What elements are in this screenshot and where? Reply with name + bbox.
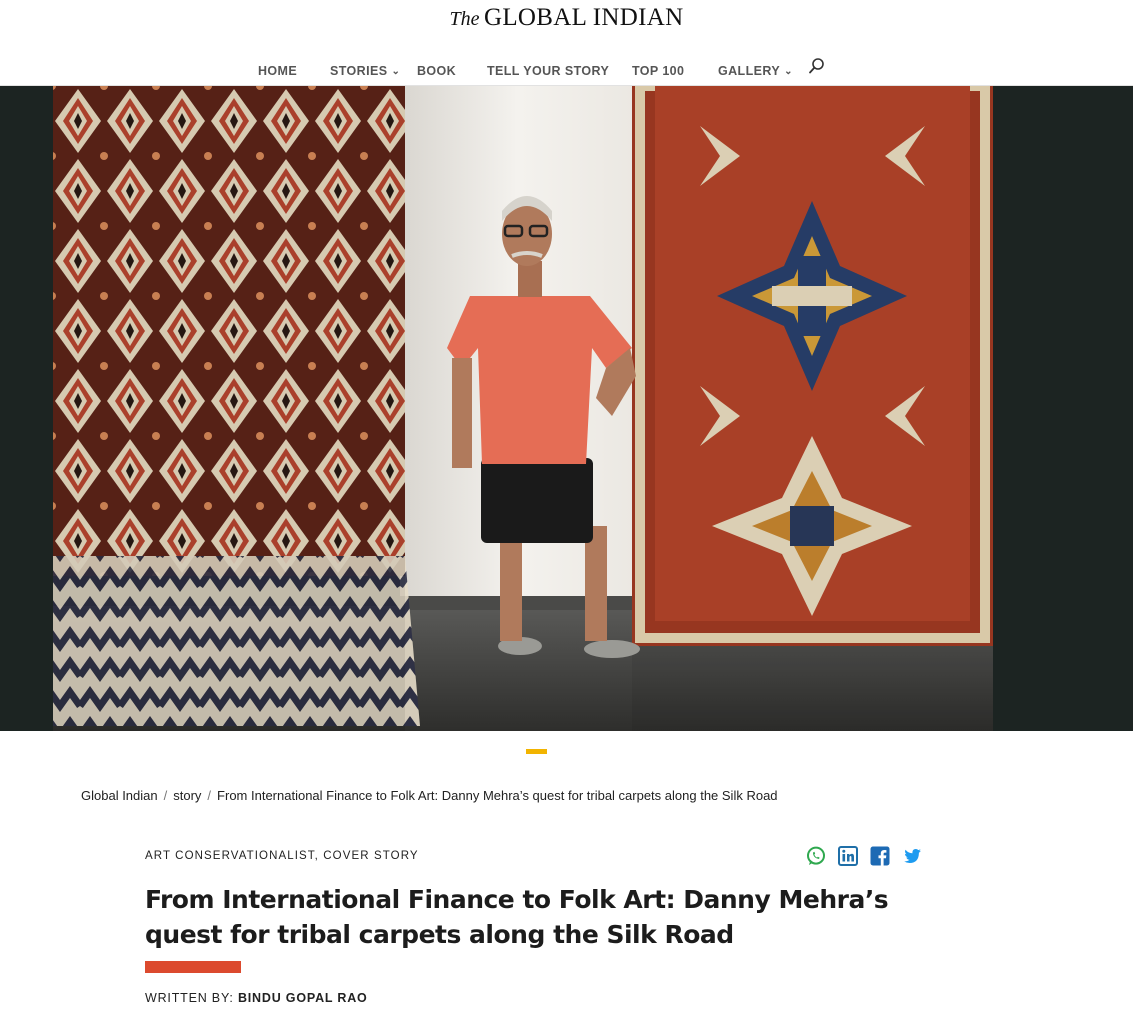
breadcrumb-current: From International Finance to Folk Art: … [217,788,778,803]
category-link[interactable]: ART CONSERVATIONALIST [145,850,315,862]
logo-prefix: The [449,8,480,30]
facebook-icon[interactable] [870,846,890,866]
byline: WRITTEN BY: BINDU GOPAL RAO [145,991,368,1005]
linkedin-icon[interactable] [838,846,858,866]
chevron-down-icon: ⌄ [784,66,793,77]
logo-name: GLOBAL INDIAN [483,4,684,31]
hero-image [0,86,1133,731]
nav-item-top-100[interactable]: TOP 100 [632,64,684,78]
breadcrumb-link-home[interactable]: Global Indian [81,788,158,803]
nav-item-tell-your-story[interactable]: TELL YOUR STORY [487,64,609,78]
nav-item-stories[interactable]: STORIES ⌄ [330,64,400,78]
author-link[interactable]: BINDU GOPAL RAO [238,991,368,1005]
twitter-icon[interactable] [902,846,922,866]
nav-item-label: STORIES [330,64,388,78]
nav-item-label: GALLERY [718,64,781,78]
article-categories: ART CONSERVATIONALIST, COVER STORY [145,850,419,862]
nav-item-label: TELL YOUR STORY [487,64,610,78]
breadcrumb-separator: / [163,788,168,803]
site-logo[interactable]: The GLOBAL INDIAN [0,4,1133,32]
category-separator: , [314,850,324,862]
nav-item-label: BOOK [417,64,457,78]
search-icon[interactable] [808,57,826,75]
byline-label: WRITTEN BY: [145,991,234,1005]
article-title: From International Finance to Folk Art: … [145,885,889,949]
nav-item-home[interactable]: HOME [258,64,297,78]
nav-item-book[interactable]: BOOK [417,64,456,78]
nav-item-label: TOP 100 [632,64,685,78]
hero-photo-illustration [0,86,1133,731]
breadcrumb-link-story[interactable]: story [173,788,201,803]
breadcrumb: Global Indian / story / From International F… [81,788,778,803]
section-accent-dash [526,749,547,754]
category-link[interactable]: COVER STORY [323,850,418,862]
breadcrumb-separator: / [207,788,212,803]
nav-item-label: HOME [258,64,298,78]
main-nav: HOME STORIES ⌄ BOOK TELL YOUR STORY TOP 1… [0,56,1133,86]
whatsapp-icon[interactable] [806,846,826,866]
nav-item-gallery[interactable]: GALLERY ⌄ [718,64,793,78]
title-accent-bar [145,961,241,973]
chevron-down-icon: ⌄ [391,66,401,77]
